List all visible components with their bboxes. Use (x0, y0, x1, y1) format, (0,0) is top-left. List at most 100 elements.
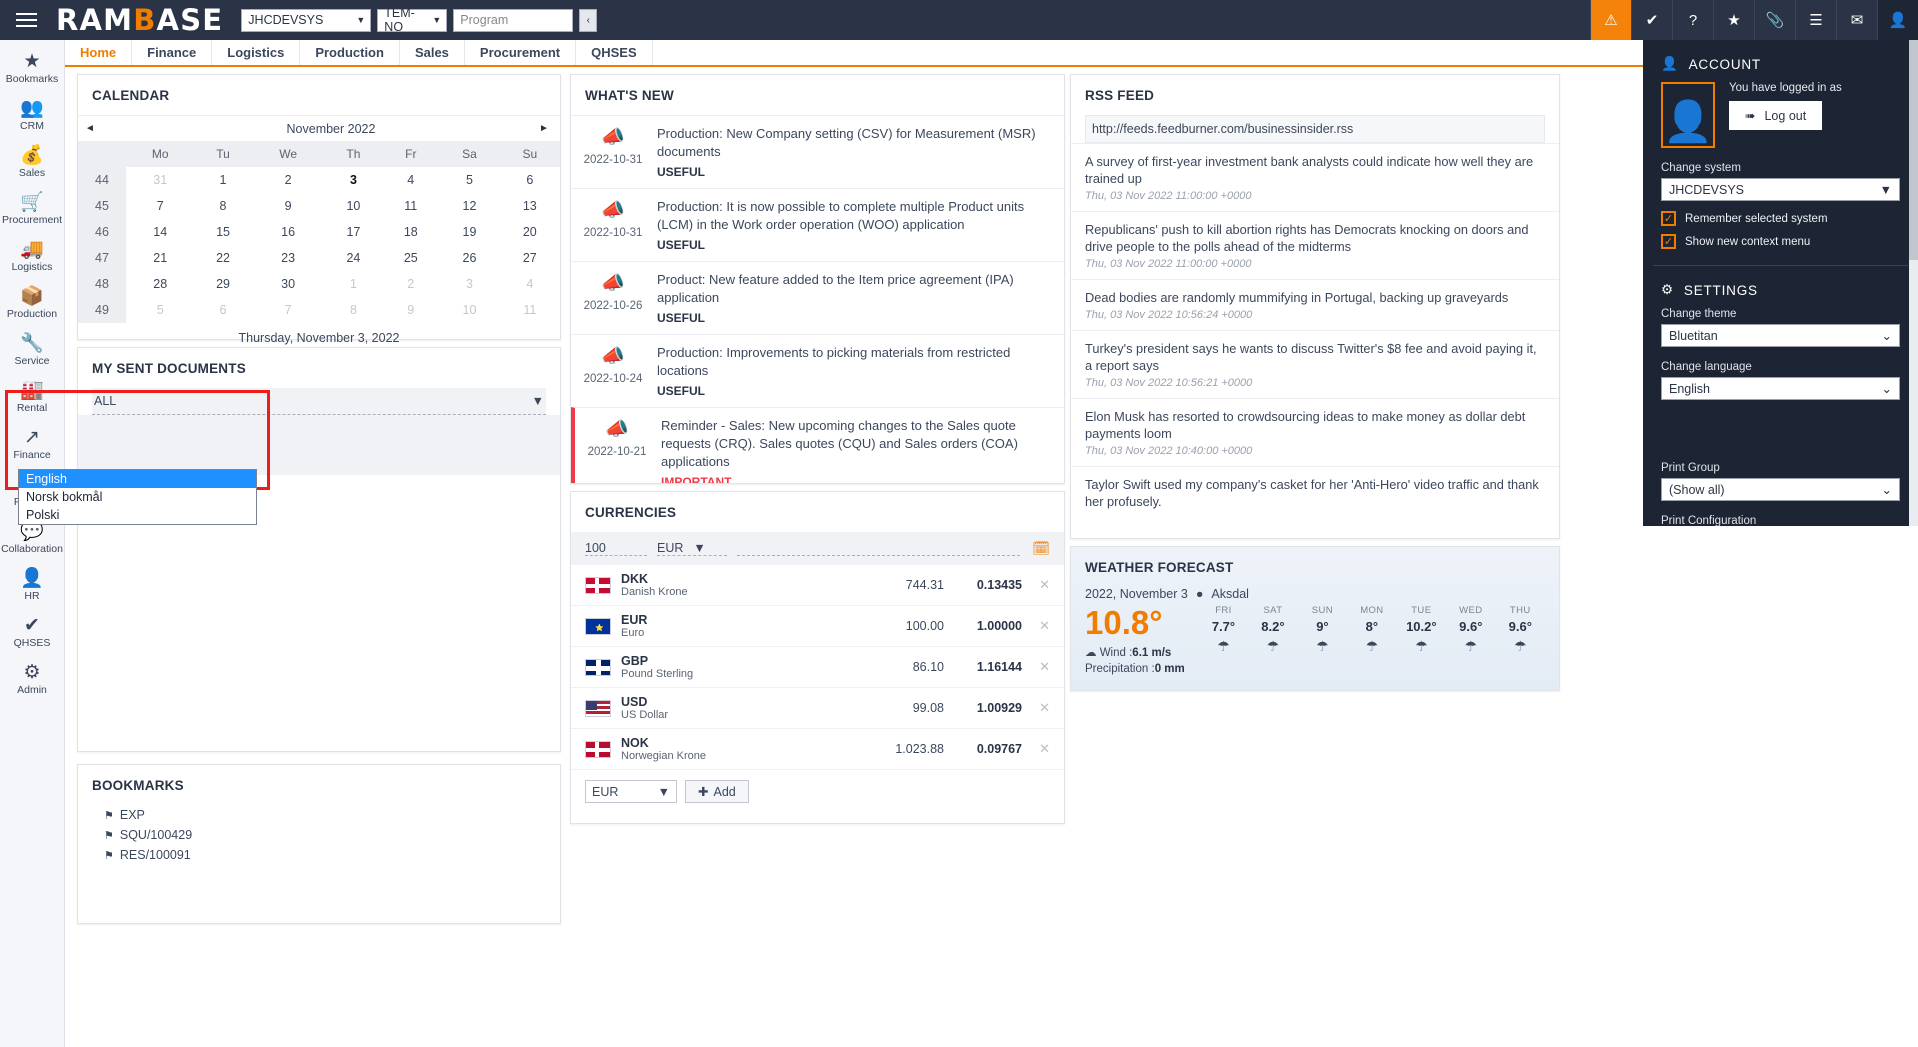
mail-icon[interactable]: ✉ (1836, 0, 1877, 40)
calendar-day[interactable]: 9 (252, 193, 325, 219)
currency-add-select[interactable]: EUR ▼ (585, 780, 677, 803)
calendar-day[interactable]: 26 (439, 245, 499, 271)
bookmark-item[interactable]: ⚑EXP (78, 805, 560, 825)
whats-new-item[interactable]: 📣2022-10-31Production: New Company setti… (571, 115, 1064, 188)
star-icon[interactable]: ★ (1713, 0, 1754, 40)
add-currency-button[interactable]: ✚ Add (685, 780, 749, 803)
list-icon[interactable]: ☰ (1795, 0, 1836, 40)
sidebar-item-logistics[interactable]: 🚚Logistics (0, 232, 65, 279)
help-icon[interactable]: ? (1672, 0, 1713, 40)
whats-new-item[interactable]: 📣2022-10-26Product: New feature added to… (571, 261, 1064, 334)
template-select[interactable]: TEM-NO ▼ (377, 9, 447, 32)
change-system-select[interactable]: JHCDEVSYS ▼ (1661, 178, 1900, 201)
sent-documents-filter[interactable]: ALL ▼ (92, 388, 546, 415)
calendar-day[interactable]: 24 (325, 245, 383, 271)
calendar-day[interactable]: 17 (325, 219, 383, 245)
calendar-day[interactable]: 3 (325, 167, 383, 193)
system-select[interactable]: JHCDEVSYS ▼ (241, 9, 371, 32)
tab-qhses[interactable]: QHSES (576, 40, 653, 65)
calendar-day[interactable]: 27 (500, 245, 560, 271)
bookmark-item[interactable]: ⚑SQU/100429 (78, 825, 560, 845)
calendar-day[interactable]: 6 (500, 167, 560, 193)
calendar-day[interactable]: 4 (500, 271, 560, 297)
calendar-day[interactable]: 16 (252, 219, 325, 245)
tab-finance[interactable]: Finance (132, 40, 212, 65)
currency-date-input[interactable] (737, 542, 1020, 556)
bookmark-item[interactable]: ⚑RES/100091 (78, 845, 560, 865)
calendar-day[interactable]: 4 (382, 167, 439, 193)
sidebar-item-procurement[interactable]: 🛒Procurement (0, 185, 65, 232)
sidebar-item-qhses[interactable]: ✔QHSES (0, 608, 65, 655)
program-collapse-button[interactable]: ‹ (579, 9, 597, 32)
calendar-day[interactable]: 12 (439, 193, 499, 219)
calendar-day[interactable]: 13 (500, 193, 560, 219)
calendar-icon[interactable]: 🗓 (1032, 540, 1050, 557)
calendar-day[interactable]: 5 (126, 297, 194, 323)
attachment-icon[interactable]: 📎 (1754, 0, 1795, 40)
calendar-next-button[interactable]: ► (532, 123, 556, 134)
calendar-day[interactable]: 31 (126, 167, 194, 193)
calendar-day[interactable]: 14 (126, 219, 194, 245)
calendar-day[interactable]: 2 (382, 271, 439, 297)
panel-scrollbar[interactable] (1909, 40, 1918, 526)
rss-item[interactable]: Taylor Swift used my company's casket fo… (1071, 466, 1559, 519)
calendar-day[interactable]: 18 (382, 219, 439, 245)
tab-production[interactable]: Production (300, 40, 400, 65)
rss-item[interactable]: A survey of first-year investment bank a… (1071, 143, 1559, 211)
calendar-day[interactable]: 10 (439, 297, 499, 323)
calendar-day[interactable]: 2 (252, 167, 325, 193)
whats-new-item[interactable]: 📣2022-10-21Reminder - Sales: New upcomin… (571, 407, 1064, 484)
context-menu-checkbox[interactable]: ✓ (1661, 234, 1676, 249)
calendar-day[interactable]: 9 (382, 297, 439, 323)
calendar-day[interactable]: 1 (194, 167, 251, 193)
sidebar-item-admin[interactable]: ⚙Admin (0, 655, 65, 702)
sidebar-item-crm[interactable]: 👥CRM (0, 91, 65, 138)
currency-base-select[interactable]: EUR ▼ (657, 541, 727, 556)
language-option-norsk-bokmål[interactable]: Norsk bokmål (19, 488, 256, 506)
calendar-day[interactable]: 19 (439, 219, 499, 245)
sidebar-item-rental[interactable]: 🏭Rental (0, 373, 65, 420)
panel-scrollbar-thumb[interactable] (1909, 40, 1918, 260)
remove-currency-icon[interactable]: ✕ (1022, 659, 1050, 675)
currency-amount-input[interactable]: 100 (585, 541, 647, 556)
menu-hamburger-icon[interactable] (0, 0, 52, 40)
calendar-day[interactable]: 5 (439, 167, 499, 193)
tab-logistics[interactable]: Logistics (212, 40, 300, 65)
calendar-day[interactable]: 15 (194, 219, 251, 245)
context-menu-row[interactable]: ✓ Show new context menu (1643, 230, 1918, 253)
remove-currency-icon[interactable]: ✕ (1022, 741, 1050, 757)
tab-sales[interactable]: Sales (400, 40, 465, 65)
remove-currency-icon[interactable]: ✕ (1022, 618, 1050, 634)
remember-system-row[interactable]: ✓ Remember selected system (1643, 207, 1918, 230)
change-theme-select[interactable]: Bluetitan ⌄ (1661, 324, 1900, 347)
account-icon[interactable]: 👤 (1877, 0, 1918, 40)
rss-item[interactable]: Turkey's president says he wants to disc… (1071, 330, 1559, 398)
remove-currency-icon[interactable]: ✕ (1022, 700, 1050, 716)
calendar-day[interactable]: 20 (500, 219, 560, 245)
sidebar-item-finance[interactable]: ↗Finance (0, 420, 65, 467)
calendar-prev-button[interactable]: ◄ (78, 123, 102, 134)
calendar-day[interactable]: 11 (382, 193, 439, 219)
calendar-day[interactable]: 30 (252, 271, 325, 297)
calendar-day[interactable]: 28 (126, 271, 194, 297)
rss-url-input[interactable]: http://feeds.feedburner.com/businessinsi… (1085, 115, 1545, 143)
calendar-day[interactable]: 8 (194, 193, 251, 219)
calendar-day[interactable]: 7 (252, 297, 325, 323)
tab-procurement[interactable]: Procurement (465, 40, 576, 65)
remove-currency-icon[interactable]: ✕ (1022, 577, 1050, 593)
calendar-day[interactable]: 21 (126, 245, 194, 271)
sidebar-item-service[interactable]: 🔧Service (0, 326, 65, 373)
calendar-day[interactable]: 11 (500, 297, 560, 323)
sidebar-item-bookmarks[interactable]: ★Bookmarks (0, 44, 65, 91)
calendar-day[interactable]: 10 (325, 193, 383, 219)
rss-item[interactable]: Republicans' push to kill abortion right… (1071, 211, 1559, 279)
tab-home[interactable]: Home (65, 40, 132, 65)
calendar-day[interactable]: 1 (325, 271, 383, 297)
calendar-day[interactable]: 23 (252, 245, 325, 271)
whats-new-item[interactable]: 📣2022-10-24Production: Improvements to p… (571, 334, 1064, 407)
warning-icon[interactable]: ⚠ (1590, 0, 1631, 40)
whats-new-item[interactable]: 📣2022-10-31Production: It is now possibl… (571, 188, 1064, 261)
print-group-select[interactable]: (Show all) ⌄ (1661, 478, 1900, 501)
calendar-day[interactable]: 25 (382, 245, 439, 271)
language-option-polski[interactable]: Polski (19, 506, 256, 524)
